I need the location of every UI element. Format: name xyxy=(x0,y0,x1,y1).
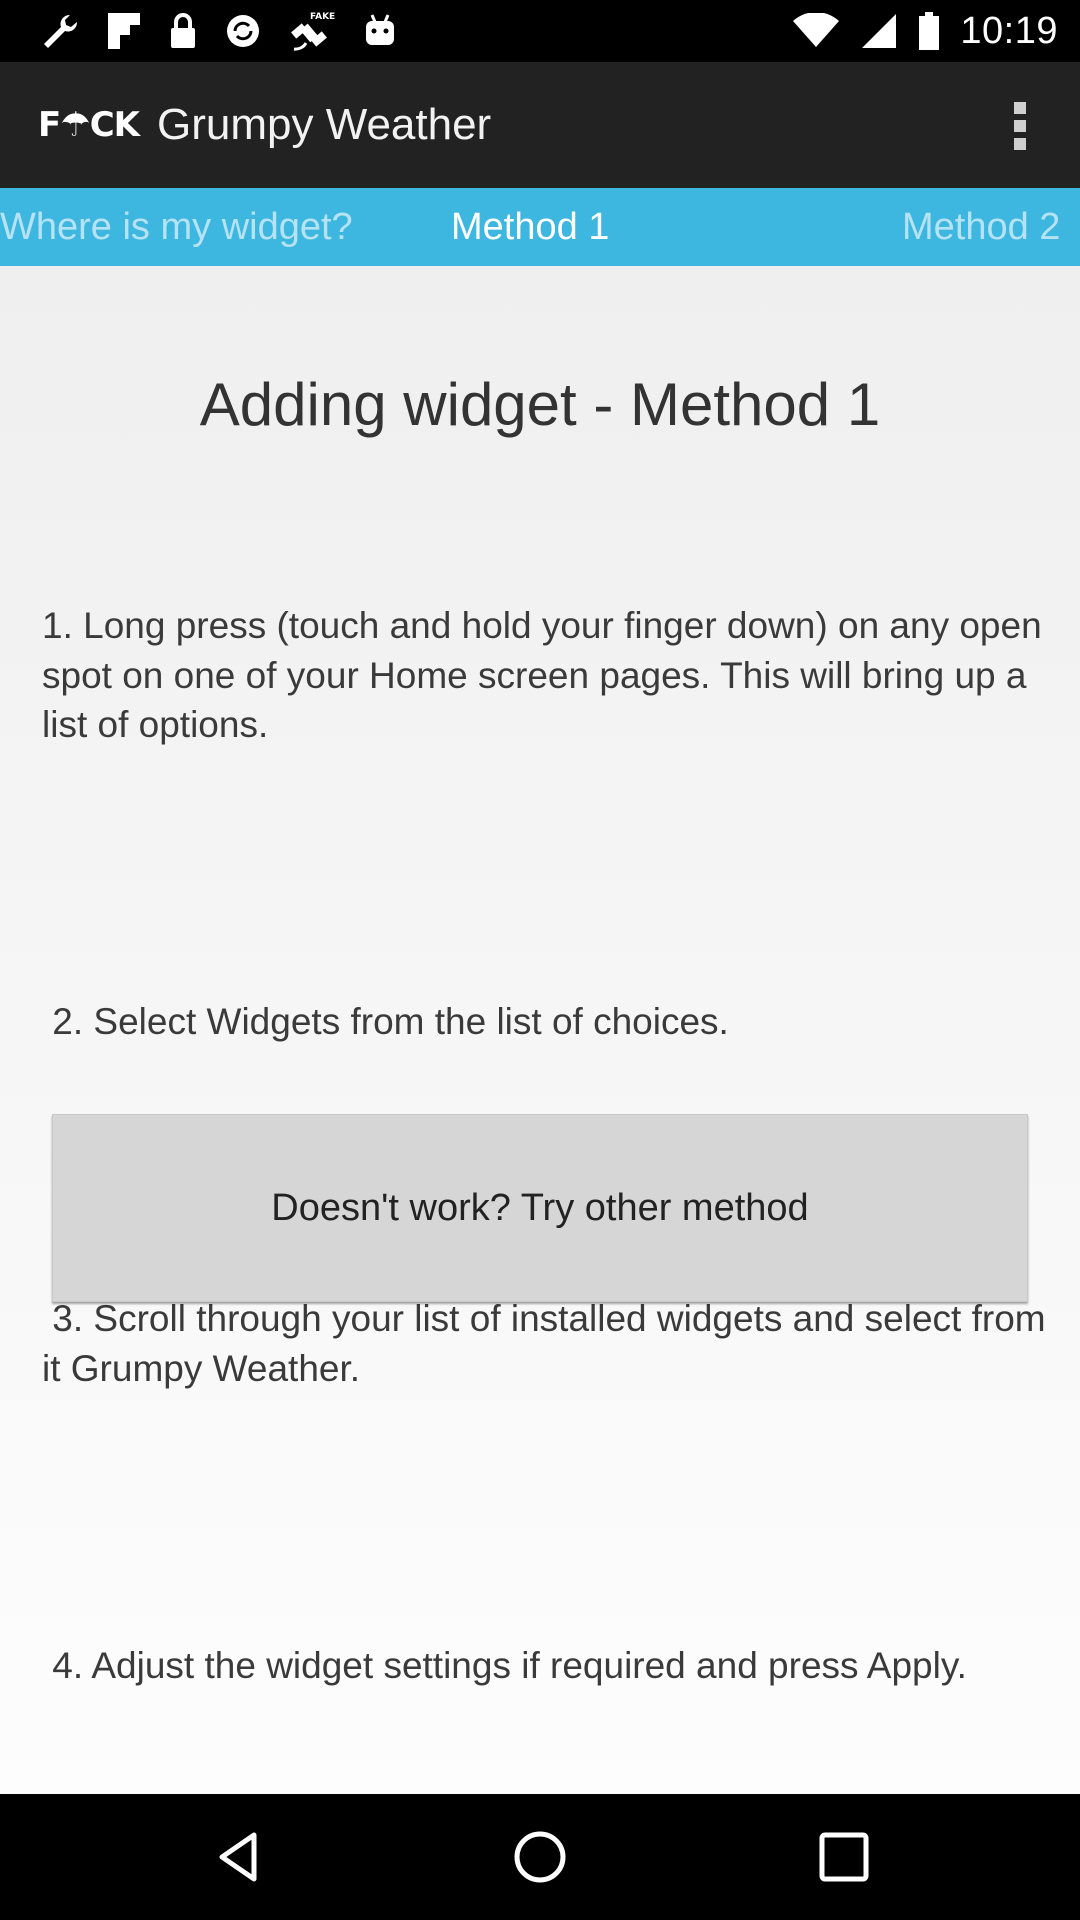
battery-icon xyxy=(919,12,940,50)
overflow-dot xyxy=(1014,120,1026,132)
home-icon[interactable] xyxy=(512,1829,568,1885)
wifi-icon xyxy=(793,13,840,47)
step-3: 3. Scroll through your list of installed… xyxy=(42,1298,1056,1389)
tab-method-1[interactable]: Method 1 xyxy=(451,188,609,266)
tab-where-is-my-widget[interactable]: Where is my widget? xyxy=(0,188,353,266)
android-icon xyxy=(366,14,394,45)
system-status: 10:19 xyxy=(792,10,1058,53)
step-4: 4. Adjust the widget settings if require… xyxy=(42,1644,967,1686)
signal-icon xyxy=(862,14,897,48)
status-time: 10:19 xyxy=(960,9,1058,52)
more-vert-icon[interactable] xyxy=(1000,98,1040,154)
overflow-dot xyxy=(1014,138,1026,150)
app-title: Grumpy Weather xyxy=(157,100,492,149)
wrench-icon xyxy=(44,14,78,48)
back-icon[interactable] xyxy=(210,1829,266,1885)
tab-method-2[interactable]: Method 2 xyxy=(902,188,1060,266)
flipboard-icon xyxy=(108,13,140,49)
fake-gps-icon: FAKE xyxy=(291,12,335,51)
svg-text:FAKE: FAKE xyxy=(310,12,335,22)
step-1: 1. Long press (touch and hold your finge… xyxy=(42,605,1052,745)
status-bar: FAKE 10:19 xyxy=(0,0,1080,62)
app-logo: F☂CK xyxy=(38,105,140,145)
page-title: Adding widget - Method 1 xyxy=(199,371,881,438)
app-bar: F☂CK Grumpy Weather xyxy=(0,62,1080,188)
notification-icons: FAKE xyxy=(40,9,398,53)
recent-apps-icon[interactable] xyxy=(816,1829,872,1885)
try-other-method-button[interactable]: Doesn't work? Try other method xyxy=(52,1114,1028,1302)
lock-icon xyxy=(171,13,195,48)
navigation-bar xyxy=(0,1794,1080,1920)
content-pane: Adding widget - Method 1 1. Long press (… xyxy=(0,266,1080,1794)
overflow-dot xyxy=(1014,102,1026,114)
tab-strip: Where is my widget? Method 1 Method 2 xyxy=(0,188,1080,266)
sync-icon xyxy=(227,15,259,47)
step-2: 2. Select Widgets from the list of choic… xyxy=(42,1001,729,1042)
